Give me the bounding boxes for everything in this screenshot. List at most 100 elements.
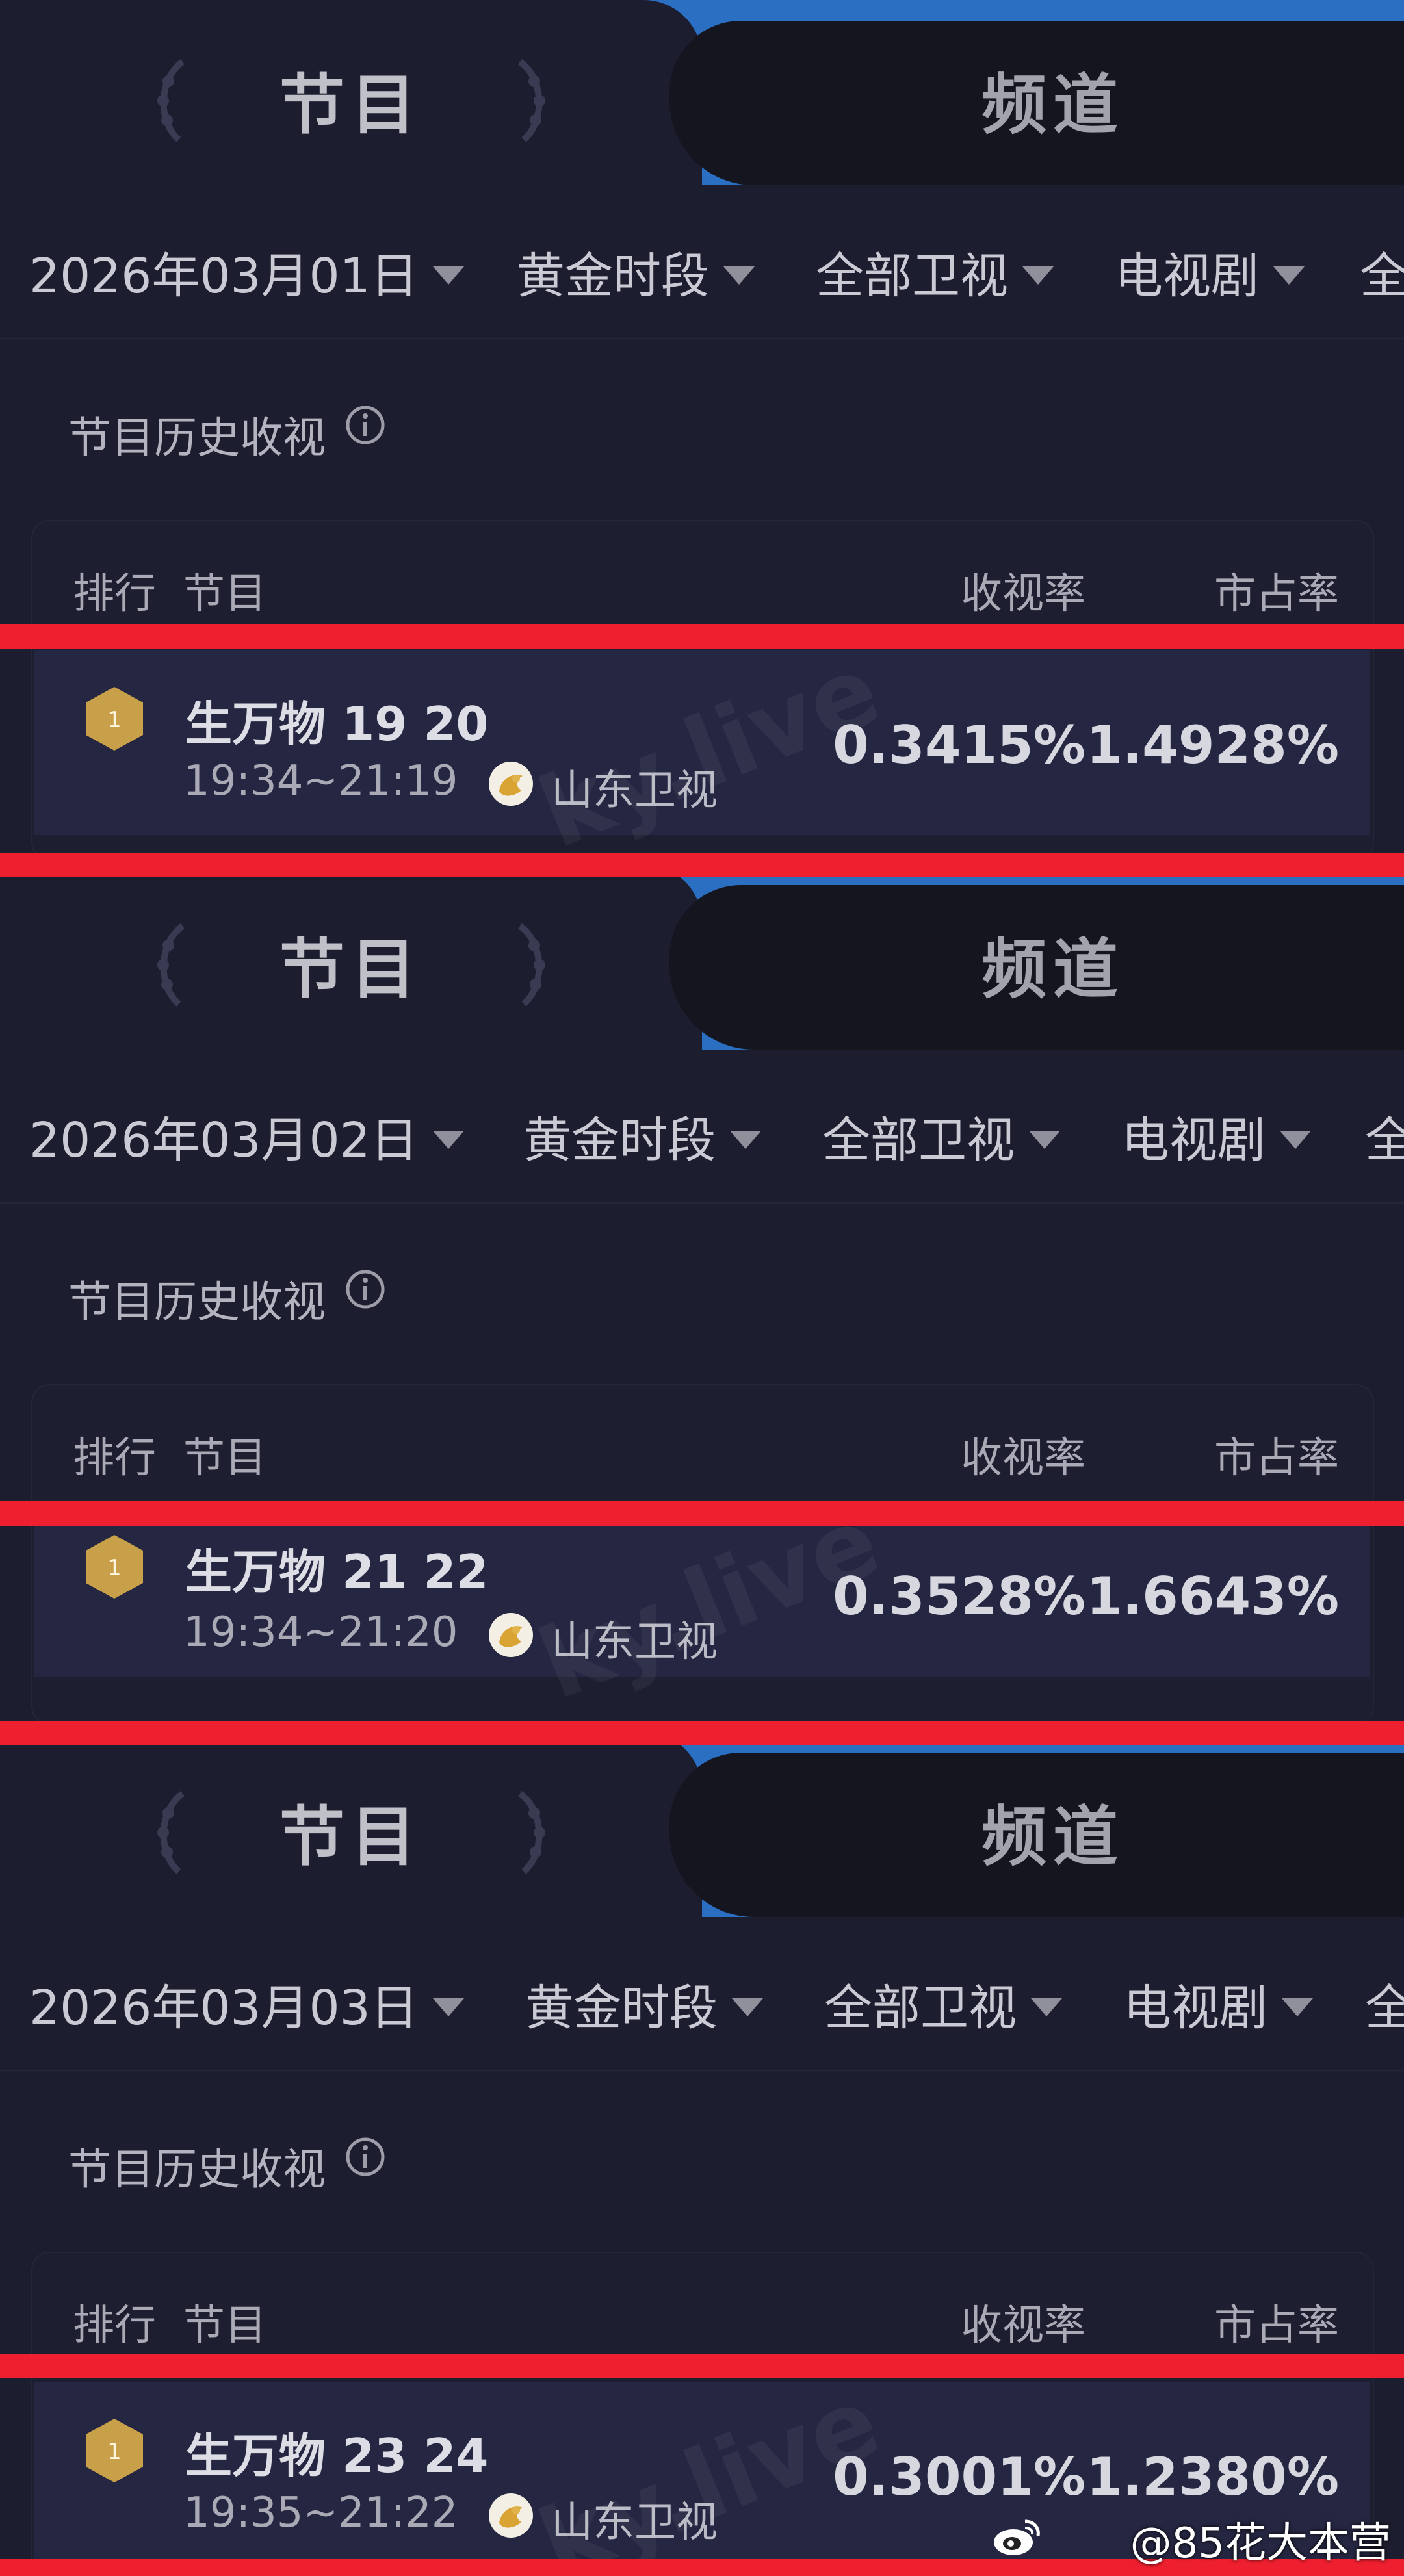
header-rating[interactable]: 收视率 xyxy=(961,1424,1086,1484)
air-time: 19:35~21:22 xyxy=(183,2489,458,2537)
program-name: 生万物 21 22 xyxy=(185,1545,489,1599)
tab-channels-label[interactable]: 频道 xyxy=(982,1784,1124,1878)
chevron-down-icon xyxy=(1282,1998,1313,2016)
rank-number: 1 xyxy=(107,2439,122,2465)
chevron-down-icon xyxy=(432,1998,464,2016)
chevron-down-icon xyxy=(730,1131,761,1149)
screenshot-panel-3: 节目 频道 2026年03月03日 黄金时段 全部卫视 电视剧 全 节目历史收视… xyxy=(0,1732,1404,2576)
date-filter-label: 2026年03月01日 xyxy=(29,248,419,304)
highlight-line xyxy=(0,1721,1404,1745)
genre-filter[interactable]: 电视剧 xyxy=(1123,1969,1313,2039)
screenshot-panel-2: 节目 频道 2026年03月02日 黄金时段 全部卫视 电视剧 全 节目历史收视… xyxy=(0,864,1404,1732)
channel-scope-filter[interactable]: 全部卫视 xyxy=(822,1101,1060,1171)
chevron-down-icon xyxy=(732,1998,763,2016)
rank-number: 1 xyxy=(107,707,122,733)
timeslot-filter[interactable]: 黄金时段 xyxy=(523,1101,761,1171)
genre-filter-label: 电视剧 xyxy=(1123,1980,1268,2036)
program-name: 生万物 23 24 xyxy=(185,2428,489,2483)
laurel-left-icon xyxy=(157,1790,185,1874)
extra-filter[interactable]: 全 xyxy=(1365,1969,1404,2039)
header-rank: 排行 xyxy=(73,2302,156,2350)
genre-filter[interactable]: 电视剧 xyxy=(1121,1101,1311,1171)
header-rating[interactable]: 收视率 xyxy=(961,560,1086,620)
screenshot-panel-1: 节目 频道 2026年03月01日 黄金时段 全部卫视 电视剧 全 节目历史收视… xyxy=(0,0,1404,864)
timeslot-filter-label: 黄金时段 xyxy=(517,248,709,304)
filter-bar: 2026年03月03日 黄金时段 全部卫视 电视剧 全 xyxy=(0,1920,1404,2070)
air-time: 19:34~21:20 xyxy=(183,1608,458,1656)
weibo-icon xyxy=(994,2519,1040,2555)
extra-filter[interactable]: 全 xyxy=(1360,237,1404,307)
date-filter[interactable]: 2026年03月01日 xyxy=(29,237,464,307)
header-program: 节目 xyxy=(183,2302,266,2350)
channel-scope-filter-label: 全部卫视 xyxy=(816,248,1008,304)
header-share[interactable]: 市占率 xyxy=(1214,560,1339,620)
header-share[interactable]: 市占率 xyxy=(1214,1424,1339,1484)
chevron-down-icon xyxy=(723,266,755,285)
header-rank: 排行 xyxy=(73,1434,156,1482)
info-icon[interactable] xyxy=(344,2136,386,2178)
chevron-down-icon xyxy=(1280,1131,1311,1149)
timeslot-filter-label: 黄金时段 xyxy=(525,1980,718,2036)
program-name: 生万物 19 20 xyxy=(185,697,489,751)
weibo-credit: @85花大本营 xyxy=(1130,2519,1391,2568)
info-icon[interactable] xyxy=(344,1269,386,1310)
rank-medal-icon: 1 xyxy=(86,1535,143,1599)
divider xyxy=(0,2070,1404,2071)
tab-channels-label[interactable]: 频道 xyxy=(982,916,1124,1011)
extra-filter[interactable]: 全 xyxy=(1365,1101,1404,1171)
section-title: 节目历史收视 xyxy=(68,1277,326,1327)
channel-scope-filter-label: 全部卫视 xyxy=(822,1113,1015,1168)
timeslot-filter-label: 黄金时段 xyxy=(523,1113,716,1168)
laurel-right-icon xyxy=(517,58,545,142)
rank-number: 1 xyxy=(107,1555,122,1581)
share-value: 1.6643% xyxy=(1086,1566,1339,1627)
genre-filter-label: 电视剧 xyxy=(1115,248,1259,304)
date-filter-label: 2026年03月02日 xyxy=(29,1113,419,1168)
section-title: 节目历史收视 xyxy=(68,2145,326,2195)
tab-bar: 节目 频道 xyxy=(0,864,1404,1050)
date-filter-label: 2026年03月03日 xyxy=(29,1980,419,2036)
laurel-right-icon xyxy=(517,923,545,1007)
rank-medal-icon: 1 xyxy=(86,2419,143,2482)
share-value: 1.2380% xyxy=(1086,2447,1339,2507)
tab-channels-label[interactable]: 频道 xyxy=(982,52,1124,146)
rank-medal-icon: 1 xyxy=(86,687,143,751)
genre-filter-label: 电视剧 xyxy=(1121,1113,1266,1168)
header-rank: 排行 xyxy=(73,570,156,618)
chevron-down-icon xyxy=(1031,1998,1062,2016)
channel-scope-filter-label: 全部卫视 xyxy=(824,1980,1017,2036)
chevron-down-icon xyxy=(432,1131,464,1149)
header-share[interactable]: 市占率 xyxy=(1214,2292,1339,2352)
timeslot-filter[interactable]: 黄金时段 xyxy=(525,1969,763,2039)
channel-scope-filter[interactable]: 全部卫视 xyxy=(816,237,1054,307)
tab-programs-label[interactable]: 节目 xyxy=(280,916,422,1011)
laurel-right-icon xyxy=(517,1790,545,1874)
share-value: 1.4928% xyxy=(1086,715,1339,775)
header-program: 节目 xyxy=(183,1434,266,1482)
tab-programs-label[interactable]: 节目 xyxy=(280,1784,422,1878)
channel-scope-filter[interactable]: 全部卫视 xyxy=(824,1969,1062,2039)
highlight-line xyxy=(0,1501,1404,1526)
timeslot-filter[interactable]: 黄金时段 xyxy=(517,237,755,307)
date-filter[interactable]: 2026年03月03日 xyxy=(29,1969,464,2039)
header-rating[interactable]: 收视率 xyxy=(961,2292,1086,2352)
chevron-down-icon xyxy=(1022,266,1054,285)
filter-bar: 2026年03月01日 黄金时段 全部卫视 电视剧 全 xyxy=(0,188,1404,338)
info-icon[interactable] xyxy=(344,404,386,446)
filter-bar: 2026年03月02日 黄金时段 全部卫视 电视剧 全 xyxy=(0,1053,1404,1202)
laurel-left-icon xyxy=(157,58,185,142)
section-title: 节目历史收视 xyxy=(68,413,326,463)
date-filter[interactable]: 2026年03月02日 xyxy=(29,1101,464,1171)
chevron-down-icon xyxy=(1029,1131,1060,1149)
tab-bar: 节目 频道 xyxy=(0,0,1404,185)
genre-filter[interactable]: 电视剧 xyxy=(1115,237,1305,307)
highlight-line xyxy=(0,2354,1404,2378)
divider xyxy=(0,338,1404,339)
chevron-down-icon xyxy=(432,266,464,285)
air-time: 19:34~21:19 xyxy=(183,757,458,805)
divider xyxy=(0,1202,1404,1204)
highlight-line xyxy=(0,624,1404,649)
chevron-down-icon xyxy=(1273,266,1305,285)
highlight-line xyxy=(0,853,1404,877)
tab-programs-label[interactable]: 节目 xyxy=(280,52,422,146)
